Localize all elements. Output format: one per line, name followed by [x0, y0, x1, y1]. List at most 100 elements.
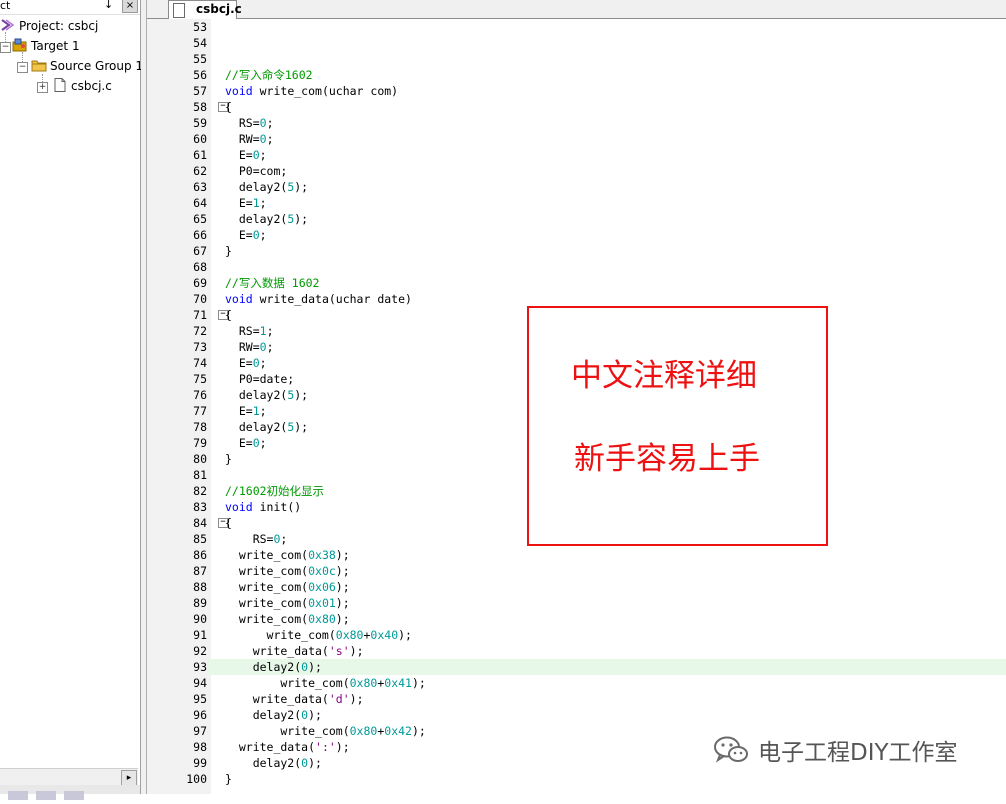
code-token: ); — [349, 644, 364, 658]
code-line[interactable]: 61 E=0; — [147, 147, 1006, 163]
code-line[interactable]: 89 write_com(0x01); — [147, 595, 1006, 611]
code-token: 0 — [252, 228, 260, 242]
line-number: 53 — [193, 20, 207, 34]
code-token: ; — [259, 436, 267, 450]
tree-item-label: Source Group 1 — [50, 59, 144, 73]
code-line[interactable]: 62 P0=com; — [147, 163, 1006, 179]
code-token: } — [225, 452, 232, 466]
horizontal-scrollbar[interactable]: ▸ — [0, 768, 138, 786]
code-line[interactable]: 88 write_com(0x06); — [147, 579, 1006, 595]
scroll-right-button[interactable]: ▸ — [121, 770, 137, 786]
code-token: ; — [266, 324, 274, 338]
tree-item-source-group[interactable]: Source Group 1 — [31, 57, 143, 75]
code-line[interactable]: 95 write_data('d'); — [147, 691, 1006, 707]
code-line[interactable]: 91 write_com(0x80+0x40); — [147, 627, 1006, 643]
code-token: P0=com; — [225, 164, 288, 178]
expand-toggle[interactable]: + — [37, 82, 48, 93]
line-number: 92 — [193, 644, 207, 658]
bottom-tab[interactable] — [8, 791, 28, 800]
code-line[interactable]: 93 delay2(0); — [147, 659, 1006, 675]
pin-icon[interactable]: ↓ — [104, 0, 113, 11]
code-token: delay2( — [225, 420, 288, 434]
code-line[interactable]: 66 E=0; — [147, 227, 1006, 243]
line-number: 68 — [193, 260, 207, 274]
tree-item-file[interactable]: csbcj.c — [52, 77, 112, 95]
line-number: 91 — [193, 628, 207, 642]
line-number: 75 — [193, 372, 207, 386]
line-number: 77 — [193, 404, 207, 418]
code-line[interactable]: 94 write_com(0x80+0x41); — [147, 675, 1006, 691]
code-line[interactable]: 58−{ — [147, 99, 1006, 115]
project-panel-header: ct ↓ × — [0, 0, 140, 15]
code-line[interactable]: 90 write_com(0x80); — [147, 611, 1006, 627]
code-token: } — [225, 244, 232, 258]
code-line[interactable]: 96 delay2(0); — [147, 707, 1006, 723]
code-line[interactable]: 56 //写入命令1602 — [147, 67, 1006, 83]
tree-item-project[interactable]: Project: csbcj — [0, 17, 98, 35]
code-line[interactable]: 65 delay2(5); — [147, 211, 1006, 227]
code-line[interactable]: 70 void write_data(uchar date) — [147, 291, 1006, 307]
code-line[interactable]: 57 void write_com(uchar com) — [147, 83, 1006, 99]
code-line[interactable]: 86 write_com(0x38); — [147, 547, 1006, 563]
code-text: void init() — [225, 499, 301, 515]
code-line[interactable]: 64 E=1; — [147, 195, 1006, 211]
code-token: ); — [335, 740, 350, 754]
code-token: write_com( — [225, 596, 309, 610]
code-text: RW=0; — [225, 131, 274, 147]
code-token: E= — [225, 404, 253, 418]
code-token: ); — [335, 596, 350, 610]
code-text: write_com(0x80); — [225, 611, 350, 627]
code-line[interactable]: 100} — [147, 771, 1006, 787]
code-line[interactable]: 92 write_data('s'); — [147, 643, 1006, 659]
code-token: ); — [294, 420, 309, 434]
code-text: { — [225, 99, 232, 115]
code-token: init() — [252, 500, 302, 514]
code-token: 0x01 — [308, 596, 336, 610]
close-panel-button[interactable]: × — [122, 0, 138, 13]
code-line[interactable]: 53 — [147, 19, 1006, 35]
code-token: 0x42 — [384, 724, 412, 738]
line-number: 96 — [193, 708, 207, 722]
code-token: RS= — [225, 116, 260, 130]
code-token: ; — [259, 404, 267, 418]
code-line[interactable]: 63 delay2(5); — [147, 179, 1006, 195]
collapse-toggle[interactable]: − — [0, 42, 11, 53]
code-line[interactable]: 60 RW=0; — [147, 131, 1006, 147]
code-text: E=0; — [225, 355, 267, 371]
code-token: ; — [259, 228, 267, 242]
tree-item-target[interactable]: Target 1 — [12, 37, 80, 55]
code-token: ); — [398, 628, 412, 642]
annotation-text-line1: 中文注释详细 — [571, 358, 757, 394]
tab-csbcj-c[interactable]: csbcj.c — [168, 0, 242, 19]
code-line[interactable]: 67} — [147, 243, 1006, 259]
code-token: ); — [411, 676, 426, 690]
bottom-tab[interactable] — [64, 791, 84, 800]
code-text: E=1; — [225, 403, 267, 419]
code-token: 0x06 — [308, 580, 336, 594]
code-text: write_com(0x80+0x40); — [225, 627, 412, 643]
code-token: delay2( — [225, 388, 288, 402]
code-token: write_com( — [225, 612, 309, 626]
code-token: 'd' — [328, 692, 350, 706]
code-token: ); — [294, 388, 309, 402]
code-token: 0 — [259, 116, 267, 130]
code-token: 0 — [252, 436, 260, 450]
code-text: //写入数据 1602 — [225, 275, 319, 291]
code-line[interactable]: 59 RS=0; — [147, 115, 1006, 131]
code-token: ); — [294, 212, 309, 226]
code-token: delay2( — [225, 660, 302, 674]
code-line[interactable]: 54 — [147, 35, 1006, 51]
line-number: 87 — [193, 564, 207, 578]
code-line[interactable]: 55 — [147, 51, 1006, 67]
code-line[interactable]: 68 — [147, 259, 1006, 275]
code-token: E= — [225, 228, 253, 242]
code-line[interactable]: 69 //写入数据 1602 — [147, 275, 1006, 291]
bottom-tab[interactable] — [36, 791, 56, 800]
panel-bottom-tabs[interactable] — [0, 785, 140, 800]
file-icon — [173, 3, 185, 18]
code-line[interactable]: 87 write_com(0x0c); — [147, 563, 1006, 579]
folder-icon — [31, 60, 47, 72]
code-token: delay2( — [225, 708, 302, 722]
line-number: 64 — [193, 196, 207, 210]
collapse-toggle[interactable]: − — [17, 62, 28, 73]
